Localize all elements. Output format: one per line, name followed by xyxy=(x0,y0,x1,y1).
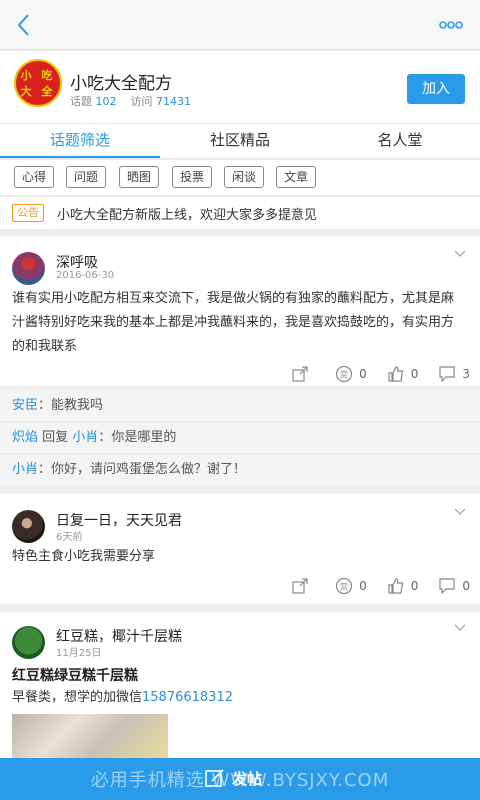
visits-label: 访问 xyxy=(130,95,153,108)
filter-chip-vote[interactable]: 投票 xyxy=(172,166,212,188)
comment-icon xyxy=(439,366,455,383)
comment-item[interactable]: 小肖：你好，请问鸡蛋堡怎么做？谢了！ xyxy=(0,454,480,486)
announcement-text: 小吃大全配方新版上线，欢迎大家多多提意见 xyxy=(57,208,318,223)
post-body: 早餐类，想学的加微信15876618312 xyxy=(12,686,466,710)
comment-reply-to[interactable]: 小肖 xyxy=(72,430,98,445)
comment-sep: ： xyxy=(38,398,52,413)
comment-item[interactable]: 炽焰 回复 小肖：你是哪里的 xyxy=(0,422,480,454)
join-button[interactable]: 加入 xyxy=(407,74,465,104)
post-author[interactable]: 深呼吸 xyxy=(56,252,98,272)
chevron-down-icon[interactable] xyxy=(454,624,466,632)
tab-bar: 话题筛选 社区精品 名人堂 xyxy=(0,123,480,159)
filter-chip-question[interactable]: 问题 xyxy=(66,166,106,188)
chevron-left-icon[interactable] xyxy=(10,10,40,40)
post-author[interactable]: 日复一日，天天见君 xyxy=(56,510,182,530)
comment-text: 你是哪里的 xyxy=(111,430,177,445)
post-body-text: 早餐类，想学的加微信 xyxy=(12,690,143,705)
like-button[interactable]: 0 xyxy=(387,364,419,384)
announcement[interactable]: 公告 小吃大全配方新版上线，欢迎大家多多提意见 xyxy=(0,197,480,229)
like-count: 0 xyxy=(410,579,419,593)
group-stats: 话题 102 访问 71431 xyxy=(70,93,191,109)
filter-bar: 心得 问题 晒图 投票 闲谈 文章 xyxy=(0,160,480,196)
comment-sep: ： xyxy=(98,430,112,445)
phone-link[interactable]: 15876618312 xyxy=(142,690,233,705)
group-header: 小 吃 大 全 小吃大全配方 话题 102 访问 71431 加入 xyxy=(0,51,480,123)
reward-button[interactable]: 赏 0 xyxy=(335,364,367,384)
comment-user[interactable]: 安臣 xyxy=(12,398,38,413)
new-post-button[interactable]: 发帖 xyxy=(204,767,262,789)
post-card[interactable]: 红豆糕，椰汁千层糕 11月25日 红豆糕绿豆糕千层糕 早餐类，想学的加微信158… xyxy=(0,612,480,760)
reward-button[interactable]: 赏 0 xyxy=(335,576,367,596)
share-button[interactable] xyxy=(291,576,315,596)
comment-text: 你好，请问鸡蛋堡怎么做？谢了！ xyxy=(51,462,247,477)
svg-text:赏: 赏 xyxy=(340,370,348,380)
comment-item[interactable]: 安臣：能教我吗 xyxy=(0,390,480,422)
comment-reply-word: 回复 xyxy=(38,430,73,445)
topics-count: 102 xyxy=(95,95,117,108)
chevron-down-icon[interactable] xyxy=(454,250,466,258)
edit-icon xyxy=(205,769,224,787)
visits-count: 71431 xyxy=(156,95,191,108)
reward-icon: 赏 xyxy=(335,365,353,383)
group-logo: 小 吃 大 全 xyxy=(14,59,62,107)
tab-community-picks[interactable]: 社区精品 xyxy=(160,124,320,158)
post-image[interactable] xyxy=(12,714,168,760)
comment-text: 能教我吗 xyxy=(51,398,104,413)
like-button[interactable]: 0 xyxy=(387,576,419,596)
post-body: 谁有实用小吃配方相互来交流下，我是做火锅的有独家的蘸料配方，尤其是麻汁酱特别好吃… xyxy=(12,291,455,354)
logo-text: 小 吃 xyxy=(20,69,56,82)
avatar[interactable] xyxy=(12,510,45,543)
post-author[interactable]: 红豆糕，椰汁千层糕 xyxy=(56,626,182,646)
thumbs-up-icon xyxy=(388,578,403,594)
comment-button[interactable]: 0 xyxy=(438,576,470,596)
comment-count: 3 xyxy=(462,367,470,381)
filter-chip-chat[interactable]: 闲谈 xyxy=(224,166,264,188)
group-name: 小吃大全配方 xyxy=(70,74,172,94)
reward-icon: 赏 xyxy=(335,577,353,595)
post-card[interactable]: 日复一日，天天见君 6天前 特色主食小吃我需要分享 赏 0 0 0 xyxy=(0,494,480,604)
topics-label: 话题 xyxy=(70,95,92,108)
post-body: 特色主食小吃我需要分享 xyxy=(12,549,156,564)
tab-topic-filter[interactable]: 话题筛选 xyxy=(0,124,160,158)
logo-text: 大 全 xyxy=(20,85,56,98)
bottom-bar: 必用手机精选 WWW.BYSJXY.COM 发帖 xyxy=(0,758,480,800)
comment-user[interactable]: 炽焰 xyxy=(12,430,38,445)
post-actions: 赏 0 0 3 xyxy=(271,364,470,384)
post-actions: 赏 0 0 0 xyxy=(271,576,470,596)
comment-list: 安臣：能教我吗 炽焰 回复 小肖：你是哪里的 小肖：你好，请问鸡蛋堡怎么做？谢了… xyxy=(0,390,480,486)
svg-text:赏: 赏 xyxy=(340,582,348,592)
avatar[interactable] xyxy=(12,252,45,285)
share-icon xyxy=(292,366,308,382)
reward-count: 0 xyxy=(359,367,367,381)
comment-icon xyxy=(439,578,455,595)
reward-count: 0 xyxy=(359,579,367,593)
post-date: 6天前 xyxy=(56,532,83,543)
filter-chip-photos[interactable]: 晒图 xyxy=(119,166,159,188)
new-post-label: 发帖 xyxy=(232,769,263,788)
comment-count: 0 xyxy=(462,579,470,593)
announcement-tag: 公告 xyxy=(12,204,44,222)
share-button[interactable] xyxy=(291,364,315,384)
thumbs-up-icon xyxy=(388,366,403,382)
top-bar xyxy=(0,0,480,50)
more-dots-icon[interactable] xyxy=(438,14,464,36)
share-icon xyxy=(292,578,308,594)
avatar[interactable] xyxy=(12,626,45,659)
like-count: 0 xyxy=(410,367,419,381)
chevron-down-icon[interactable] xyxy=(454,508,466,516)
filter-chip-article[interactable]: 文章 xyxy=(276,166,316,188)
post-date: 2016-06-30 xyxy=(56,270,115,281)
comment-sep: ： xyxy=(38,462,52,477)
comment-user[interactable]: 小肖 xyxy=(12,462,38,477)
filter-chip-experience[interactable]: 心得 xyxy=(14,166,54,188)
comment-button[interactable]: 3 xyxy=(438,364,470,384)
post-card[interactable]: 深呼吸 2016-06-30 谁有实用小吃配方相互来交流下，我是做火锅的有独家的… xyxy=(0,236,480,386)
post-date: 11月25日 xyxy=(56,648,102,659)
tab-hall-of-fame[interactable]: 名人堂 xyxy=(320,124,480,158)
post-title: 红豆糕绿豆糕千层糕 xyxy=(12,668,138,684)
